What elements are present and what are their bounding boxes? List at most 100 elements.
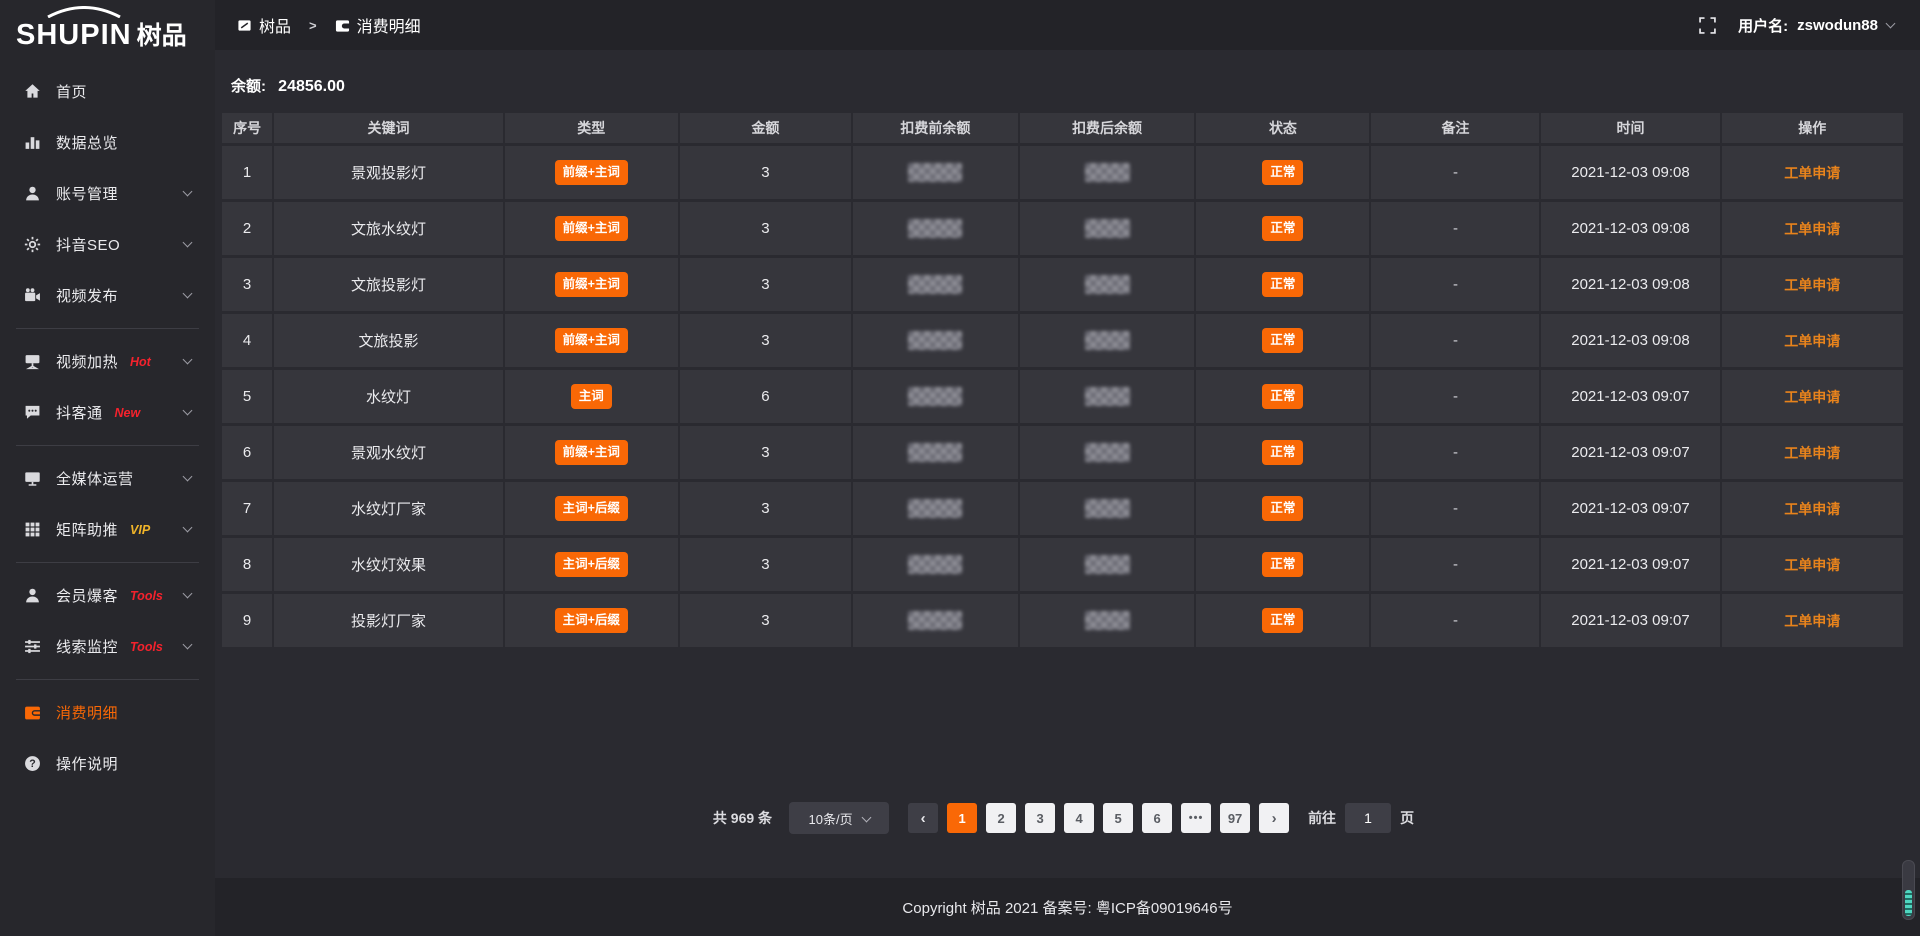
sidebar-item-label: 操作说明 <box>56 753 118 774</box>
redacted-value <box>1085 275 1130 294</box>
redacted-value <box>908 611 962 630</box>
breadcrumb: 树品 > 消费明细 <box>237 13 421 37</box>
type-badge: 主词+后缀 <box>555 608 628 633</box>
ticket-apply-link[interactable]: 工单申请 <box>1784 501 1840 517</box>
balance-value: 24856.00 <box>278 78 345 95</box>
cell-balance-before <box>853 482 1020 538</box>
status-badge: 正常 <box>1262 552 1303 577</box>
page-button-5[interactable]: 5 <box>1103 803 1133 833</box>
page-button-97[interactable]: 97 <box>1220 803 1250 833</box>
cell-amount: 3 <box>680 594 853 650</box>
ticket-apply-link[interactable]: 工单申请 <box>1784 557 1840 573</box>
chevron-down-icon <box>183 238 193 248</box>
top-bar: 树品 > 消费明细 用户名: zswodun88 <box>215 0 1920 50</box>
status-badge: 正常 <box>1262 328 1303 353</box>
type-badge: 前缀+主词 <box>555 216 628 241</box>
ticket-apply-link[interactable]: 工单申请 <box>1784 333 1840 349</box>
sidebar-item-member-burst[interactable]: 会员爆客 Tools <box>0 570 215 621</box>
breadcrumb-label: 树品 <box>259 13 291 37</box>
breadcrumb-label: 消费明细 <box>357 13 421 37</box>
page-button-3[interactable]: 3 <box>1025 803 1055 833</box>
redacted-value <box>1085 387 1130 406</box>
cell-index: 6 <box>222 426 274 482</box>
goto-page-input[interactable] <box>1345 803 1391 833</box>
more-pages-button[interactable]: ••• <box>1181 803 1211 833</box>
wallet-icon <box>335 18 350 33</box>
cell-balance-before <box>853 258 1020 314</box>
redacted-value <box>908 219 962 238</box>
ticket-apply-link[interactable]: 工单申请 <box>1784 221 1840 237</box>
chevron-down-icon <box>1886 18 1896 28</box>
sidebar-item-video-publish[interactable]: 视频发布 <box>0 270 215 321</box>
pagination: 共 969 条 10条/页 ‹ 1 2 3 4 5 6 ••• 97 › 前往 … <box>222 802 1905 834</box>
page-button-6[interactable]: 6 <box>1142 803 1172 833</box>
cell-type: 前缀+主词 <box>505 202 680 258</box>
user-menu[interactable]: 用户名: zswodun88 <box>1738 15 1894 36</box>
sidebar-item-instructions[interactable]: ? 操作说明 <box>0 738 215 789</box>
table-row: 2 文旅水纹灯 前缀+主词 3 正常 - 2021-12-03 09:08 工单… <box>222 202 1905 258</box>
sidebar-item-label: 矩阵助推 <box>56 519 118 540</box>
monitor-icon <box>24 470 41 487</box>
board-icon <box>24 353 41 370</box>
page-button-2[interactable]: 2 <box>986 803 1016 833</box>
redacted-value <box>1085 219 1130 238</box>
type-badge: 主词+后缀 <box>555 552 628 577</box>
user-icon <box>24 185 41 202</box>
ticket-apply-link[interactable]: 工单申请 <box>1784 165 1840 181</box>
chat-icon <box>24 404 41 421</box>
cell-remark: - <box>1371 202 1541 258</box>
sidebar-item-omnimedia[interactable]: 全媒体运营 <box>0 453 215 504</box>
prev-page-button[interactable]: ‹ <box>908 803 938 833</box>
gear-icon <box>24 236 41 253</box>
fullscreen-icon[interactable] <box>1699 17 1716 34</box>
sidebar-item-account[interactable]: 账号管理 <box>0 168 215 219</box>
sidebar-item-doketong[interactable]: 抖客通 New <box>0 387 215 438</box>
sidebar-item-label: 会员爆客 <box>56 585 118 606</box>
page-size-select[interactable]: 10条/页 <box>789 802 889 834</box>
cell-keyword: 景观投影灯 <box>274 146 505 202</box>
sidebar-item-video-heat[interactable]: 视频加热 Hot <box>0 336 215 387</box>
ticket-apply-link[interactable]: 工单申请 <box>1784 277 1840 293</box>
sidebar-item-data-overview[interactable]: 数据总览 <box>0 117 215 168</box>
cell-time: 2021-12-03 09:07 <box>1541 482 1721 538</box>
cell-type: 主词+后缀 <box>505 482 680 538</box>
sidebar-item-label: 抖客通 <box>56 402 103 423</box>
ticket-apply-link[interactable]: 工单申请 <box>1784 445 1840 461</box>
cell-status: 正常 <box>1196 594 1371 650</box>
cell-action: 工单申请 <box>1722 146 1906 202</box>
sidebar-item-consumption-detail[interactable]: 消费明细 <box>0 687 215 738</box>
sidebar-item-home[interactable]: 首页 <box>0 66 215 117</box>
scrollbar-thumb[interactable] <box>1905 890 1912 916</box>
cell-balance-before <box>853 314 1020 370</box>
redacted-value <box>1085 499 1130 518</box>
sidebar-item-douyin-seo[interactable]: 抖音SEO <box>0 219 215 270</box>
sidebar-item-lead-monitor[interactable]: 线索监控 Tools <box>0 621 215 672</box>
breadcrumb-home[interactable]: 树品 <box>237 13 291 37</box>
video-camera-icon <box>24 287 41 304</box>
chevron-down-icon <box>183 472 193 482</box>
col-status: 状态 <box>1196 113 1371 146</box>
cell-balance-after <box>1020 314 1197 370</box>
page-button-4[interactable]: 4 <box>1064 803 1094 833</box>
logo-text-cn: 树品 <box>137 16 187 52</box>
cell-status: 正常 <box>1196 146 1371 202</box>
cell-keyword: 文旅投影 <box>274 314 505 370</box>
sidebar-item-badge: New <box>115 406 141 420</box>
sidebar-item-matrix-boost[interactable]: 矩阵助推 VIP <box>0 504 215 555</box>
cell-type: 主词+后缀 <box>505 594 680 650</box>
sidebar-item-label: 数据总览 <box>56 132 118 153</box>
table-row: 5 水纹灯 主词 6 正常 - 2021-12-03 09:07 工单申请 <box>222 370 1905 426</box>
ticket-apply-link[interactable]: 工单申请 <box>1784 613 1840 629</box>
main-content: 余额: 24856.00 序号 关键词 类型 金额 扣费前余额 扣费后余额 状态… <box>215 50 1920 878</box>
cell-balance-before <box>853 370 1020 426</box>
sidebar-item-label: 首页 <box>56 81 87 102</box>
sidebar: SHUPIN 树品 首页 数据总览 账号管理 <box>0 0 215 936</box>
page-button-1[interactable]: 1 <box>947 803 977 833</box>
breadcrumb-current[interactable]: 消费明细 <box>335 13 421 37</box>
next-page-button[interactable]: › <box>1259 803 1289 833</box>
balance: 余额: 24856.00 <box>231 75 1905 96</box>
redacted-value <box>908 331 962 350</box>
app-logo: SHUPIN 树品 <box>0 0 215 58</box>
redacted-value <box>908 163 962 182</box>
ticket-apply-link[interactable]: 工单申请 <box>1784 389 1840 405</box>
